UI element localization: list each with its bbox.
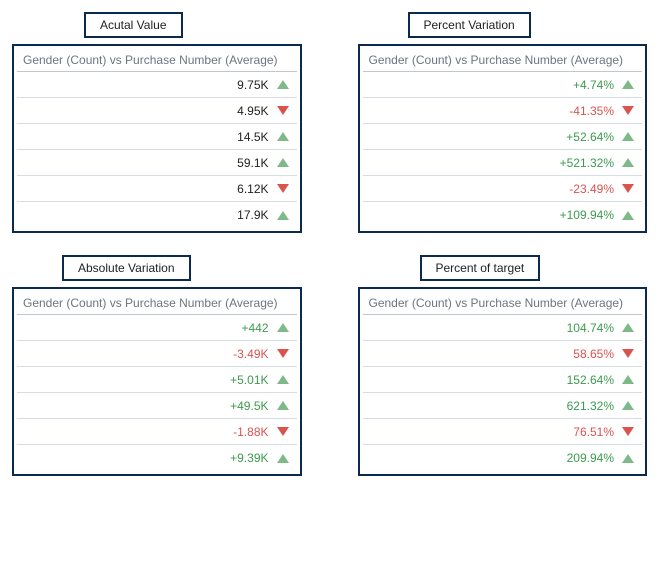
value-text: 4.95K — [237, 104, 268, 118]
value-text: 14.5K — [237, 130, 268, 144]
panel-title: Acutal Value — [84, 12, 183, 38]
value-text: 17.9K — [237, 208, 268, 222]
value-text: -41.35% — [569, 104, 614, 118]
table-row: -3.49K — [17, 341, 297, 367]
card: Gender (Count) vs Purchase Number (Avera… — [358, 287, 648, 476]
table-row: 76.51% — [363, 419, 643, 445]
value-text: 621.32% — [567, 399, 614, 413]
value-text: -1.88K — [233, 425, 268, 439]
triangle-down-icon — [277, 184, 289, 193]
table-row: +9.39K — [17, 445, 297, 471]
triangle-up-icon — [622, 375, 634, 384]
dashboard-grid: Acutal Value Gender (Count) vs Purchase … — [12, 12, 647, 476]
panel-actual-value: Acutal Value Gender (Count) vs Purchase … — [12, 12, 302, 233]
table-row: 59.1K — [17, 150, 297, 176]
triangle-down-icon — [622, 106, 634, 115]
value-text: 209.94% — [567, 451, 614, 465]
triangle-down-icon — [622, 184, 634, 193]
value-text: -23.49% — [569, 182, 614, 196]
table-row: -41.35% — [363, 98, 643, 124]
table-row: 17.9K — [17, 202, 297, 228]
triangle-down-icon — [277, 427, 289, 436]
table-row: 209.94% — [363, 445, 643, 471]
card-header: Gender (Count) vs Purchase Number (Avera… — [17, 49, 297, 72]
table-row: +442 — [17, 315, 297, 341]
table-row: +4.74% — [363, 72, 643, 98]
table-row: +52.64% — [363, 124, 643, 150]
triangle-up-icon — [277, 401, 289, 410]
triangle-up-icon — [277, 132, 289, 141]
card: Gender (Count) vs Purchase Number (Avera… — [12, 44, 302, 233]
value-text: 76.51% — [573, 425, 614, 439]
value-text: +5.01K — [230, 373, 268, 387]
value-text: +52.64% — [566, 130, 614, 144]
value-text: 104.74% — [567, 321, 614, 335]
triangle-up-icon — [277, 80, 289, 89]
value-text: 152.64% — [567, 373, 614, 387]
triangle-up-icon — [277, 158, 289, 167]
card-header: Gender (Count) vs Purchase Number (Avera… — [363, 292, 643, 315]
card: Gender (Count) vs Purchase Number (Avera… — [12, 287, 302, 476]
value-text: 58.65% — [573, 347, 614, 361]
table-row: 152.64% — [363, 367, 643, 393]
triangle-down-icon — [622, 427, 634, 436]
table-row: -23.49% — [363, 176, 643, 202]
value-text: +4.74% — [573, 78, 614, 92]
table-row: 4.95K — [17, 98, 297, 124]
table-row: 58.65% — [363, 341, 643, 367]
panel-title: Absolute Variation — [62, 255, 191, 281]
triangle-down-icon — [277, 106, 289, 115]
panel-percent-variation: Percent Variation Gender (Count) vs Purc… — [358, 12, 648, 233]
table-row: 104.74% — [363, 315, 643, 341]
value-text: +109.94% — [560, 208, 614, 222]
panel-title: Percent of target — [420, 255, 541, 281]
table-row: +109.94% — [363, 202, 643, 228]
triangle-up-icon — [622, 211, 634, 220]
card: Gender (Count) vs Purchase Number (Avera… — [358, 44, 648, 233]
panel-title: Percent Variation — [408, 12, 531, 38]
panel-percent-of-target: Percent of target Gender (Count) vs Purc… — [358, 255, 648, 476]
value-text: -3.49K — [233, 347, 268, 361]
table-row: 9.75K — [17, 72, 297, 98]
table-row: 621.32% — [363, 393, 643, 419]
triangle-down-icon — [622, 349, 634, 358]
rows: 104.74% 58.65% 152.64% 621.32% 76.51% 209.94% — [363, 315, 643, 471]
triangle-up-icon — [622, 401, 634, 410]
triangle-up-icon — [622, 323, 634, 332]
value-text: 59.1K — [237, 156, 268, 170]
triangle-up-icon — [622, 454, 634, 463]
table-row: +5.01K — [17, 367, 297, 393]
value-text: 6.12K — [237, 182, 268, 196]
triangle-up-icon — [277, 375, 289, 384]
value-text: +49.5K — [230, 399, 268, 413]
card-header: Gender (Count) vs Purchase Number (Avera… — [363, 49, 643, 72]
triangle-up-icon — [277, 211, 289, 220]
table-row: +521.32% — [363, 150, 643, 176]
value-text: +521.32% — [560, 156, 614, 170]
table-row: +49.5K — [17, 393, 297, 419]
table-row: -1.88K — [17, 419, 297, 445]
rows: +442 -3.49K +5.01K +49.5K -1.88K +9.39K — [17, 315, 297, 471]
value-text: 9.75K — [237, 78, 268, 92]
triangle-up-icon — [277, 323, 289, 332]
panel-absolute-variation: Absolute Variation Gender (Count) vs Pur… — [12, 255, 302, 476]
table-row: 6.12K — [17, 176, 297, 202]
triangle-up-icon — [622, 80, 634, 89]
table-row: 14.5K — [17, 124, 297, 150]
triangle-down-icon — [277, 349, 289, 358]
card-header: Gender (Count) vs Purchase Number (Avera… — [17, 292, 297, 315]
rows: +4.74% -41.35% +52.64% +521.32% -23.49% +109.… — [363, 72, 643, 228]
triangle-up-icon — [277, 454, 289, 463]
rows: 9.75K 4.95K 14.5K 59.1K 6.12K 17.9K — [17, 72, 297, 228]
triangle-up-icon — [622, 132, 634, 141]
value-text: +442 — [241, 321, 268, 335]
value-text: +9.39K — [230, 451, 268, 465]
triangle-up-icon — [622, 158, 634, 167]
